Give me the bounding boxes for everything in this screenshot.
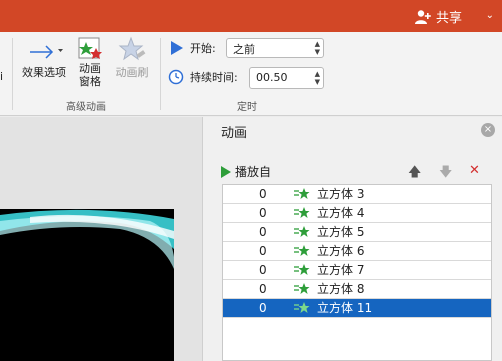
trigger-number: 0 xyxy=(259,206,267,220)
play-icon xyxy=(171,41,183,55)
move-up-icon[interactable]: 🡅 xyxy=(408,163,421,185)
animation-pane-button[interactable]: 动画 窗格 xyxy=(72,36,108,88)
animation-pane: 动画 × 播放自 🡅 🡇 ✕ 0 立方体 3 0 立方体 4 0 立方体 5 0… xyxy=(202,117,502,361)
ribbon-separator xyxy=(12,38,13,110)
select-arrows-icon: ▲ ▼ xyxy=(314,40,320,56)
arrow-right-icon xyxy=(30,45,63,59)
slide-editor xyxy=(0,117,202,361)
trigger-number: 0 xyxy=(259,187,267,201)
duration-row: 持续时间: xyxy=(168,69,238,85)
ribbon: i 效果选项 动画 窗格 动画刷 高级动画 开始: 之前 ▲ ▼ 持续时间: 0… xyxy=(0,32,502,116)
start-select-value: 之前 xyxy=(233,43,255,56)
stepper-arrows-icon[interactable]: ▲ ▼ xyxy=(315,70,320,86)
slide-graphic xyxy=(0,209,174,269)
animation-item-name: 立方体 8 xyxy=(317,282,365,296)
animation-item-0[interactable]: 0 立方体 3 xyxy=(223,185,491,204)
share-label: 共享 xyxy=(435,11,462,26)
animation-item-name: 立方体 4 xyxy=(317,206,365,220)
trigger-number: 0 xyxy=(259,282,267,296)
slide-canvas[interactable] xyxy=(0,209,174,361)
trigger-number: 0 xyxy=(259,244,267,258)
timing-group-label: 定时 xyxy=(237,102,257,113)
add-person-icon xyxy=(414,9,431,24)
entrance-effect-icon xyxy=(294,226,310,237)
share-button[interactable]: 共享 xyxy=(414,7,462,26)
entrance-effect-icon xyxy=(294,283,310,294)
trigger-number: 0 xyxy=(259,225,267,239)
animation-brush-icon xyxy=(118,36,146,61)
clock-icon xyxy=(168,69,184,85)
delete-icon[interactable]: ✕ xyxy=(469,163,480,178)
ribbon-cut-label: i xyxy=(0,70,4,83)
title-bar: 共享 ⌄ xyxy=(0,0,502,32)
play-icon xyxy=(221,165,231,178)
advanced-animation-group-label: 高级动画 xyxy=(66,102,106,113)
play-from-label: 播放自 xyxy=(235,165,272,179)
animation-item-5[interactable]: 0 立方体 8 xyxy=(223,280,491,299)
entrance-effect-icon xyxy=(294,302,310,313)
move-down-icon[interactable]: 🡇 xyxy=(439,163,452,185)
animation-item-2[interactable]: 0 立方体 5 xyxy=(223,223,491,242)
animation-pane-icon xyxy=(78,37,102,59)
entrance-effect-icon xyxy=(294,245,310,256)
start-label: 开始: xyxy=(190,42,216,55)
animation-item-name: 立方体 11 xyxy=(317,301,373,315)
animation-item-6[interactable]: 0 立方体 11 xyxy=(223,299,491,318)
duration-value: 00.50 xyxy=(256,71,288,84)
effect-options-label: 效果选项 xyxy=(22,66,66,79)
trigger-number: 0 xyxy=(259,263,267,277)
animation-item-4[interactable]: 0 立方体 7 xyxy=(223,261,491,280)
animation-brush-label: 动画刷 xyxy=(115,66,149,79)
entrance-effect-icon xyxy=(294,188,310,199)
play-from-button[interactable]: 播放自 xyxy=(221,163,271,180)
entrance-effect-icon xyxy=(294,264,310,275)
start-select[interactable]: 之前 ▲ ▼ xyxy=(226,38,324,58)
animation-item-3[interactable]: 0 立方体 6 xyxy=(223,242,491,261)
start-row: 开始: xyxy=(170,40,216,56)
trigger-number: 0 xyxy=(259,301,267,315)
close-icon[interactable]: × xyxy=(481,123,495,137)
animation-item-name: 立方体 7 xyxy=(317,263,365,277)
animation-item-name: 立方体 3 xyxy=(317,187,365,201)
entrance-effect-icon xyxy=(294,207,310,218)
animation-item-name: 立方体 5 xyxy=(317,225,365,239)
animation-pane-label-2: 窗格 xyxy=(79,75,101,88)
pane-title: 动画 xyxy=(221,126,248,141)
animation-item-name: 立方体 6 xyxy=(317,244,365,258)
duration-label: 持续时间: xyxy=(190,71,238,84)
animation-list: 0 立方体 3 0 立方体 4 0 立方体 5 0 立方体 6 0 立方体 7 … xyxy=(222,184,492,361)
effect-options-button[interactable]: 效果选项 xyxy=(20,40,68,79)
duration-input[interactable]: 00.50 ▲ ▼ xyxy=(249,67,324,89)
animation-brush-button[interactable]: 动画刷 xyxy=(112,36,152,79)
animation-pane-label-1: 动画 xyxy=(79,62,101,75)
ribbon-separator xyxy=(160,38,161,110)
animation-item-1[interactable]: 0 立方体 4 xyxy=(223,204,491,223)
share-dropdown-icon[interactable]: ⌄ xyxy=(486,10,494,21)
